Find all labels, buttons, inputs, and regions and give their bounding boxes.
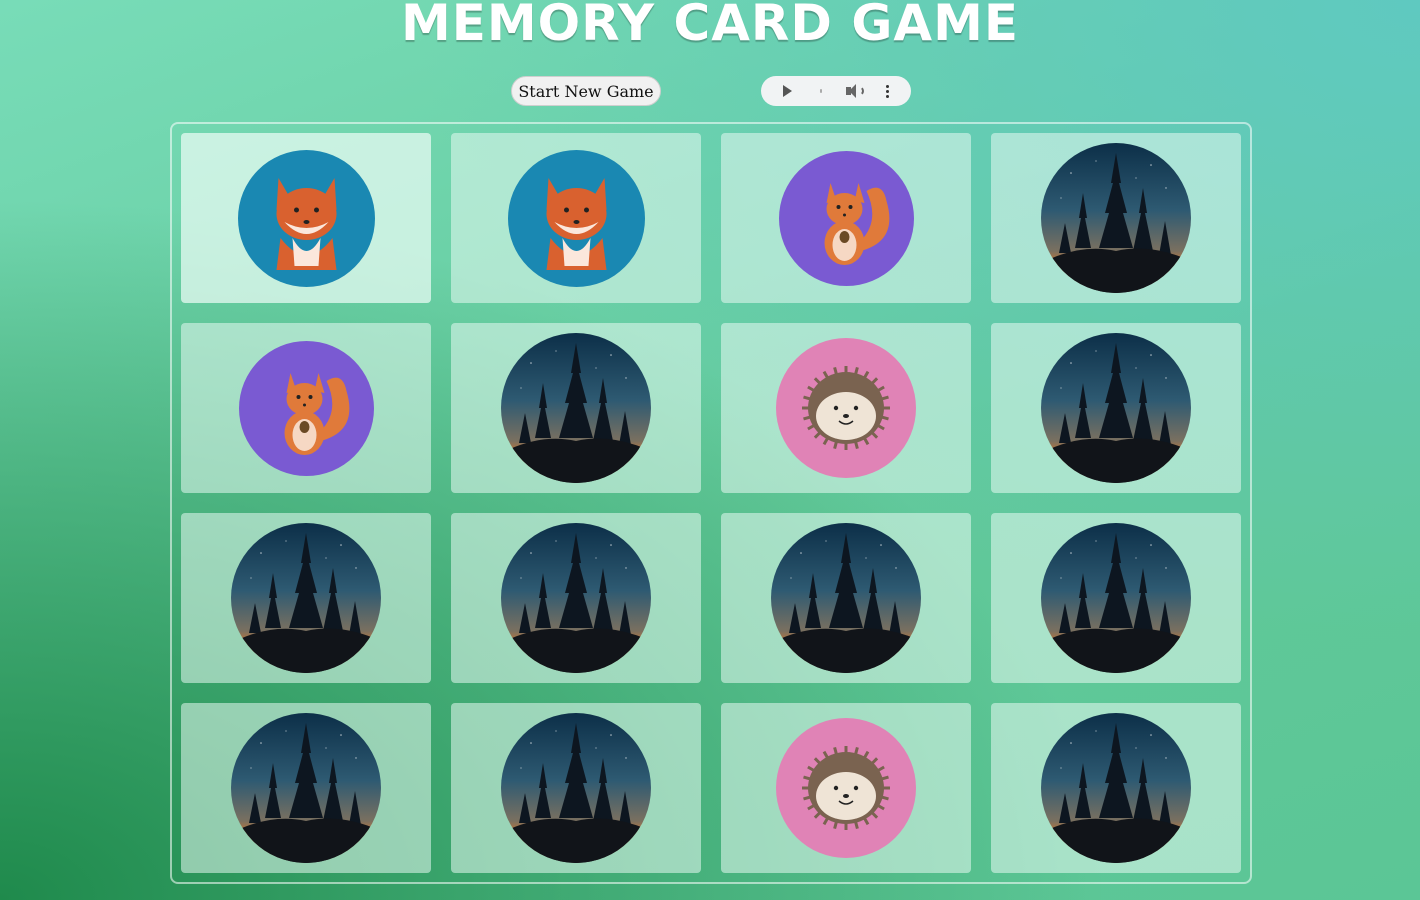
card-face-down[interactable]: [721, 513, 971, 683]
audio-player: [761, 76, 911, 106]
forest-card-back-image: [501, 333, 651, 483]
forest-card-back-image: [1041, 143, 1191, 293]
card-face-down[interactable]: [991, 133, 1241, 303]
more-options-icon[interactable]: [886, 84, 889, 98]
forest-card-back-image: [771, 523, 921, 673]
seek-bar[interactable]: [792, 89, 822, 93]
forest-card-back-image: [501, 523, 651, 673]
card-face-down[interactable]: [991, 513, 1241, 683]
forest-card-back-image: [1041, 523, 1191, 673]
card-squirrel[interactable]: [721, 133, 971, 303]
card-face-down[interactable]: [181, 513, 431, 683]
volume-icon[interactable]: [846, 83, 864, 99]
fox-image: [237, 149, 375, 287]
forest-card-back-image: [231, 713, 381, 863]
forest-card-back-image: [501, 713, 651, 863]
card-fox[interactable]: [451, 133, 701, 303]
start-new-game-button[interactable]: Start New Game: [511, 76, 661, 106]
card-face-down[interactable]: [181, 703, 431, 873]
hedgehog-image: [776, 718, 916, 858]
squirrel-image: [778, 150, 914, 286]
fox-image: [507, 149, 645, 287]
card-face-down[interactable]: [451, 513, 701, 683]
card-hedgehog[interactable]: [721, 323, 971, 493]
forest-card-back-image: [1041, 713, 1191, 863]
forest-card-back-image: [231, 523, 381, 673]
hedgehog-image: [776, 338, 916, 478]
card-face-down[interactable]: [991, 703, 1241, 873]
play-icon[interactable]: [771, 85, 792, 97]
card-face-down[interactable]: [991, 323, 1241, 493]
forest-card-back-image: [1041, 333, 1191, 483]
card-face-down[interactable]: [451, 323, 701, 493]
squirrel-image: [238, 340, 374, 476]
page-title: MEMORY CARD GAME: [400, 0, 1019, 52]
card-face-down[interactable]: [451, 703, 701, 873]
card-squirrel[interactable]: [181, 323, 431, 493]
card-fox[interactable]: [181, 133, 431, 303]
card-grid: [170, 122, 1252, 884]
card-hedgehog[interactable]: [721, 703, 971, 873]
